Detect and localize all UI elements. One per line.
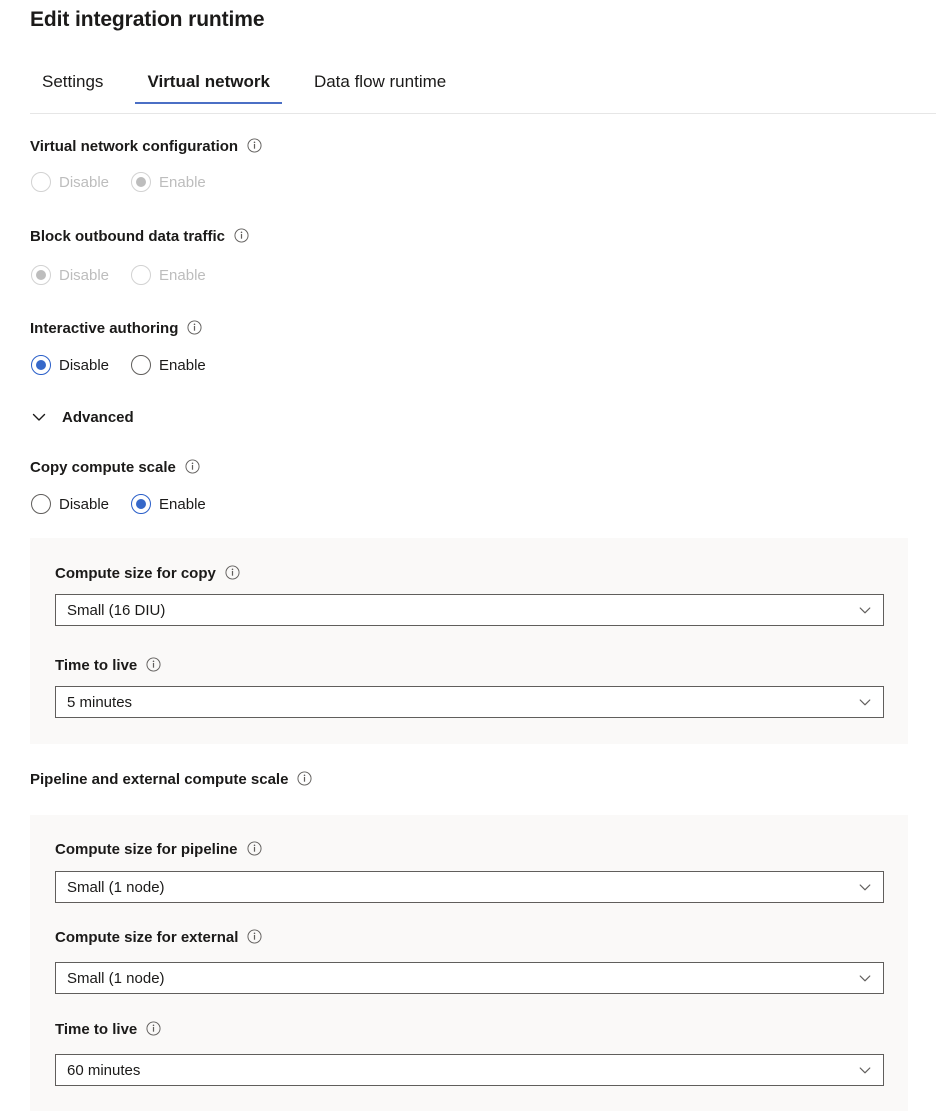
block-outbound-data-traffic-label: Block outbound data traffic <box>30 228 249 245</box>
interactive-authoring-option-disable[interactable]: Disable <box>31 355 109 375</box>
virtual-network-configuration-option-disable: Disable <box>31 172 109 192</box>
compute-size-for-external-value: Small (1 node) <box>67 970 857 987</box>
tab-bar-divider <box>30 113 936 114</box>
radio-mark <box>131 172 151 192</box>
external-time-to-live-text: Time to live <box>55 1021 137 1038</box>
virtual-network-configuration-radio-group: Disable Enable <box>31 172 228 192</box>
chevron-down-icon <box>857 694 873 710</box>
radio-label: Disable <box>59 175 109 190</box>
compute-size-for-pipeline-value: Small (1 node) <box>67 879 857 896</box>
radio-label: Enable <box>159 268 206 283</box>
info-icon[interactable] <box>234 228 249 243</box>
external-time-to-live-dropdown[interactable]: 60 minutes <box>55 1054 884 1086</box>
radio-mark <box>31 355 51 375</box>
copy-compute-scale-option-enable[interactable]: Enable <box>131 494 206 514</box>
radio-mark <box>131 494 151 514</box>
radio-label: Enable <box>159 358 206 373</box>
chevron-down-icon <box>857 602 873 618</box>
pipeline-external-compute-scale-label: Pipeline and external compute scale <box>30 771 312 788</box>
block-outbound-data-traffic-text: Block outbound data traffic <box>30 228 225 245</box>
copy-time-to-live-text: Time to live <box>55 657 137 674</box>
compute-size-for-external-label: Compute size for external <box>55 929 262 946</box>
radio-mark <box>131 265 151 285</box>
copy-compute-scale-label: Copy compute scale <box>30 459 200 476</box>
radio-label: Enable <box>159 497 206 512</box>
external-time-to-live-label: Time to live <box>55 1021 161 1038</box>
pipeline-external-compute-scale-text: Pipeline and external compute scale <box>30 771 288 788</box>
radio-label: Enable <box>159 175 206 190</box>
compute-size-for-copy-label: Compute size for copy <box>55 565 240 582</box>
info-icon[interactable] <box>146 1021 161 1036</box>
interactive-authoring-label: Interactive authoring <box>30 320 202 337</box>
block-outbound-data-traffic-radio-group: Disable Enable <box>31 265 228 285</box>
copy-time-to-live-dropdown[interactable]: 5 minutes <box>55 686 884 718</box>
compute-size-for-copy-text: Compute size for copy <box>55 565 216 582</box>
copy-compute-scale-radio-group: Disable Enable <box>31 494 228 514</box>
compute-size-for-copy-dropdown[interactable]: Small (16 DIU) <box>55 594 884 626</box>
tab-virtual-network-label: Virtual network <box>147 72 270 91</box>
chevron-down-icon <box>857 970 873 986</box>
copy-compute-scale-panel: Compute size for copy Small (16 DIU) Tim… <box>30 538 908 744</box>
compute-size-for-pipeline-text: Compute size for pipeline <box>55 841 238 858</box>
compute-size-for-external-dropdown[interactable]: Small (1 node) <box>55 962 884 994</box>
interactive-authoring-option-enable[interactable]: Enable <box>131 355 206 375</box>
advanced-section-toggle[interactable]: Advanced <box>30 408 134 426</box>
info-icon[interactable] <box>185 459 200 474</box>
info-icon[interactable] <box>247 138 262 153</box>
virtual-network-configuration-option-enable: Enable <box>131 172 206 192</box>
external-time-to-live-value: 60 minutes <box>67 1062 857 1079</box>
tab-settings-label: Settings <box>42 72 103 91</box>
virtual-network-configuration-text: Virtual network configuration <box>30 138 238 155</box>
radio-mark <box>131 355 151 375</box>
chevron-down-icon <box>857 879 873 895</box>
copy-compute-scale-text: Copy compute scale <box>30 459 176 476</box>
compute-size-for-copy-value: Small (16 DIU) <box>67 602 857 619</box>
info-icon[interactable] <box>247 929 262 944</box>
radio-label: Disable <box>59 268 109 283</box>
radio-label: Disable <box>59 497 109 512</box>
block-outbound-data-traffic-option-disable: Disable <box>31 265 109 285</box>
radio-mark <box>31 494 51 514</box>
info-icon[interactable] <box>225 565 240 580</box>
info-icon[interactable] <box>146 657 161 672</box>
virtual-network-configuration-label: Virtual network configuration <box>30 138 262 155</box>
radio-mark <box>31 265 51 285</box>
info-icon[interactable] <box>247 841 262 856</box>
copy-compute-scale-option-disable[interactable]: Disable <box>31 494 109 514</box>
tab-data-flow-runtime-label: Data flow runtime <box>314 72 446 91</box>
tab-bar: Settings Virtual network Data flow runti… <box>30 72 936 114</box>
info-icon[interactable] <box>297 771 312 786</box>
tab-virtual-network[interactable]: Virtual network <box>135 72 282 104</box>
pipeline-external-compute-scale-panel: Compute size for pipeline Small (1 node)… <box>30 815 908 1111</box>
interactive-authoring-text: Interactive authoring <box>30 320 178 337</box>
edit-integration-runtime-page: Edit integration runtime Settings Virtua… <box>0 0 936 1111</box>
chevron-down-icon <box>30 408 48 426</box>
copy-time-to-live-label: Time to live <box>55 657 161 674</box>
compute-size-for-pipeline-label: Compute size for pipeline <box>55 841 262 858</box>
block-outbound-data-traffic-option-enable: Enable <box>131 265 206 285</box>
advanced-label: Advanced <box>62 409 134 426</box>
compute-size-for-pipeline-dropdown[interactable]: Small (1 node) <box>55 871 884 903</box>
page-title: Edit integration runtime <box>30 8 264 32</box>
tab-settings[interactable]: Settings <box>30 72 115 104</box>
copy-time-to-live-value: 5 minutes <box>67 694 857 711</box>
radio-label: Disable <box>59 358 109 373</box>
chevron-down-icon <box>857 1062 873 1078</box>
interactive-authoring-radio-group: Disable Enable <box>31 355 228 375</box>
radio-mark <box>31 172 51 192</box>
tab-data-flow-runtime[interactable]: Data flow runtime <box>302 72 458 104</box>
compute-size-for-external-text: Compute size for external <box>55 929 238 946</box>
info-icon[interactable] <box>187 320 202 335</box>
